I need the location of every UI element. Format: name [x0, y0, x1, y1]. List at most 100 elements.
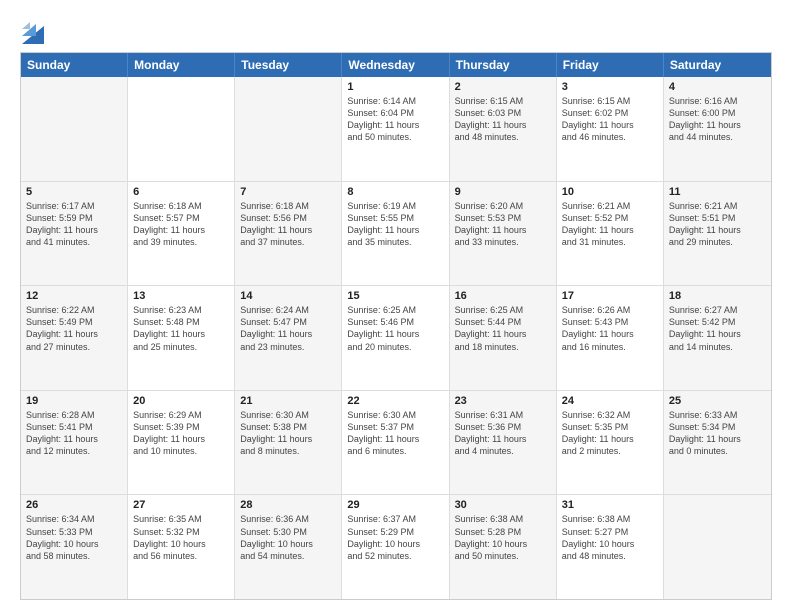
calendar-cell: 1Sunrise: 6:14 AM Sunset: 6:04 PM Daylig… [342, 77, 449, 181]
cell-sun-info: Sunrise: 6:38 AM Sunset: 5:28 PM Dayligh… [455, 513, 551, 562]
page: SundayMondayTuesdayWednesdayThursdayFrid… [0, 0, 792, 612]
day-number: 31 [562, 499, 658, 511]
header-cell-wednesday: Wednesday [342, 53, 449, 77]
cell-sun-info: Sunrise: 6:15 AM Sunset: 6:03 PM Dayligh… [455, 95, 551, 144]
header-cell-tuesday: Tuesday [235, 53, 342, 77]
header [20, 16, 772, 44]
calendar-cell: 18 Sunrise: 6:27 AM Sunset: 5:42 PM Dayli… [664, 286, 771, 390]
calendar-cell: 13 Sunrise: 6:23 AM Sunset: 5:48 PM Dayli… [128, 286, 235, 390]
day-number: 9 [455, 186, 551, 198]
day-number: 26 [26, 499, 122, 511]
day-number: 6 [133, 186, 229, 198]
calendar-cell: 21Sunrise: 6:30 AM Sunset: 5:38 PM Dayli… [235, 391, 342, 495]
calendar-cell: 9 Sunrise: 6:20 AM Sunset: 5:53 PM Daylig… [450, 182, 557, 286]
day-number: 12 [26, 290, 122, 302]
cell-sun-info: Sunrise: 6:18 AM Sunset: 5:57 PM Dayligh… [133, 200, 229, 249]
day-number: 5 [26, 186, 122, 198]
cell-sun-info: Sunrise: 6:29 AM Sunset: 5:39 PM Dayligh… [133, 409, 229, 458]
calendar-header-row: SundayMondayTuesdayWednesdayThursdayFrid… [21, 53, 771, 77]
cell-sun-info: Sunrise: 6:31 AM Sunset: 5:36 PM Dayligh… [455, 409, 551, 458]
day-number: 21 [240, 395, 336, 407]
calendar-cell [664, 495, 771, 599]
day-number: 11 [669, 186, 766, 198]
calendar-cell: 2Sunrise: 6:15 AM Sunset: 6:03 PM Daylig… [450, 77, 557, 181]
calendar-cell: 14 Sunrise: 6:24 AM Sunset: 5:47 PM Dayli… [235, 286, 342, 390]
calendar-cell: 29Sunrise: 6:37 AM Sunset: 5:29 PM Dayli… [342, 495, 449, 599]
calendar-cell [21, 77, 128, 181]
day-number: 14 [240, 290, 336, 302]
calendar-cell: 6 Sunrise: 6:18 AM Sunset: 5:57 PM Daylig… [128, 182, 235, 286]
cell-sun-info: Sunrise: 6:21 AM Sunset: 5:51 PM Dayligh… [669, 200, 766, 249]
calendar-cell: 10 Sunrise: 6:21 AM Sunset: 5:52 PM Dayli… [557, 182, 664, 286]
day-number: 10 [562, 186, 658, 198]
day-number: 18 [669, 290, 766, 302]
calendar-cell: 5 Sunrise: 6:17 AM Sunset: 5:59 PM Daylig… [21, 182, 128, 286]
cell-sun-info: Sunrise: 6:21 AM Sunset: 5:52 PM Dayligh… [562, 200, 658, 249]
calendar-week-1: 1Sunrise: 6:14 AM Sunset: 6:04 PM Daylig… [21, 77, 771, 182]
cell-sun-info: Sunrise: 6:33 AM Sunset: 5:34 PM Dayligh… [669, 409, 766, 458]
calendar-cell: 19Sunrise: 6:28 AM Sunset: 5:41 PM Dayli… [21, 391, 128, 495]
day-number: 24 [562, 395, 658, 407]
calendar-cell: 17 Sunrise: 6:26 AM Sunset: 5:43 PM Dayli… [557, 286, 664, 390]
calendar-cell [128, 77, 235, 181]
day-number: 30 [455, 499, 551, 511]
calendar-cell: 28 Sunrise: 6:36 AM Sunset: 5:30 PM Dayli… [235, 495, 342, 599]
day-number: 23 [455, 395, 551, 407]
day-number: 22 [347, 395, 443, 407]
day-number: 16 [455, 290, 551, 302]
header-cell-sunday: Sunday [21, 53, 128, 77]
day-number: 28 [240, 499, 336, 511]
cell-sun-info: Sunrise: 6:24 AM Sunset: 5:47 PM Dayligh… [240, 304, 336, 353]
calendar-cell: 11 Sunrise: 6:21 AM Sunset: 5:51 PM Dayli… [664, 182, 771, 286]
cell-sun-info: Sunrise: 6:25 AM Sunset: 5:44 PM Dayligh… [455, 304, 551, 353]
cell-sun-info: Sunrise: 6:27 AM Sunset: 5:42 PM Dayligh… [669, 304, 766, 353]
logo-icon [22, 16, 44, 44]
calendar-week-3: 12 Sunrise: 6:22 AM Sunset: 5:49 PM Dayli… [21, 286, 771, 391]
calendar-cell: 31 Sunrise: 6:38 AM Sunset: 5:27 PM Dayli… [557, 495, 664, 599]
day-number: 13 [133, 290, 229, 302]
logo [20, 16, 44, 44]
day-number: 27 [133, 499, 229, 511]
cell-sun-info: Sunrise: 6:14 AM Sunset: 6:04 PM Dayligh… [347, 95, 443, 144]
calendar-cell: 3 Sunrise: 6:15 AM Sunset: 6:02 PM Daylig… [557, 77, 664, 181]
calendar-cell: 12 Sunrise: 6:22 AM Sunset: 5:49 PM Dayli… [21, 286, 128, 390]
calendar-cell: 7Sunrise: 6:18 AM Sunset: 5:56 PM Daylig… [235, 182, 342, 286]
day-number: 19 [26, 395, 122, 407]
calendar-week-2: 5 Sunrise: 6:17 AM Sunset: 5:59 PM Daylig… [21, 182, 771, 287]
cell-sun-info: Sunrise: 6:38 AM Sunset: 5:27 PM Dayligh… [562, 513, 658, 562]
calendar-week-4: 19Sunrise: 6:28 AM Sunset: 5:41 PM Dayli… [21, 391, 771, 496]
cell-sun-info: Sunrise: 6:18 AM Sunset: 5:56 PM Dayligh… [240, 200, 336, 249]
cell-sun-info: Sunrise: 6:36 AM Sunset: 5:30 PM Dayligh… [240, 513, 336, 562]
cell-sun-info: Sunrise: 6:34 AM Sunset: 5:33 PM Dayligh… [26, 513, 122, 562]
calendar-cell: 16 Sunrise: 6:25 AM Sunset: 5:44 PM Dayli… [450, 286, 557, 390]
calendar-cell: 27 Sunrise: 6:35 AM Sunset: 5:32 PM Dayli… [128, 495, 235, 599]
header-cell-friday: Friday [557, 53, 664, 77]
day-number: 8 [347, 186, 443, 198]
header-cell-monday: Monday [128, 53, 235, 77]
cell-sun-info: Sunrise: 6:23 AM Sunset: 5:48 PM Dayligh… [133, 304, 229, 353]
calendar-cell: 24 Sunrise: 6:32 AM Sunset: 5:35 PM Dayli… [557, 391, 664, 495]
cell-sun-info: Sunrise: 6:25 AM Sunset: 5:46 PM Dayligh… [347, 304, 443, 353]
calendar-cell: 22 Sunrise: 6:30 AM Sunset: 5:37 PM Dayli… [342, 391, 449, 495]
day-number: 25 [669, 395, 766, 407]
day-number: 17 [562, 290, 658, 302]
cell-sun-info: Sunrise: 6:30 AM Sunset: 5:37 PM Dayligh… [347, 409, 443, 458]
calendar-cell: 15 Sunrise: 6:25 AM Sunset: 5:46 PM Dayli… [342, 286, 449, 390]
calendar: SundayMondayTuesdayWednesdayThursdayFrid… [20, 52, 772, 600]
cell-sun-info: Sunrise: 6:17 AM Sunset: 5:59 PM Dayligh… [26, 200, 122, 249]
calendar-body: 1Sunrise: 6:14 AM Sunset: 6:04 PM Daylig… [21, 77, 771, 599]
day-number: 3 [562, 81, 658, 93]
cell-sun-info: Sunrise: 6:15 AM Sunset: 6:02 PM Dayligh… [562, 95, 658, 144]
day-number: 4 [669, 81, 766, 93]
header-cell-thursday: Thursday [450, 53, 557, 77]
day-number: 29 [347, 499, 443, 511]
day-number: 15 [347, 290, 443, 302]
calendar-cell: 23 Sunrise: 6:31 AM Sunset: 5:36 PM Dayli… [450, 391, 557, 495]
day-number: 20 [133, 395, 229, 407]
calendar-cell: 25 Sunrise: 6:33 AM Sunset: 5:34 PM Dayli… [664, 391, 771, 495]
cell-sun-info: Sunrise: 6:20 AM Sunset: 5:53 PM Dayligh… [455, 200, 551, 249]
cell-sun-info: Sunrise: 6:22 AM Sunset: 5:49 PM Dayligh… [26, 304, 122, 353]
cell-sun-info: Sunrise: 6:26 AM Sunset: 5:43 PM Dayligh… [562, 304, 658, 353]
cell-sun-info: Sunrise: 6:35 AM Sunset: 5:32 PM Dayligh… [133, 513, 229, 562]
cell-sun-info: Sunrise: 6:32 AM Sunset: 5:35 PM Dayligh… [562, 409, 658, 458]
